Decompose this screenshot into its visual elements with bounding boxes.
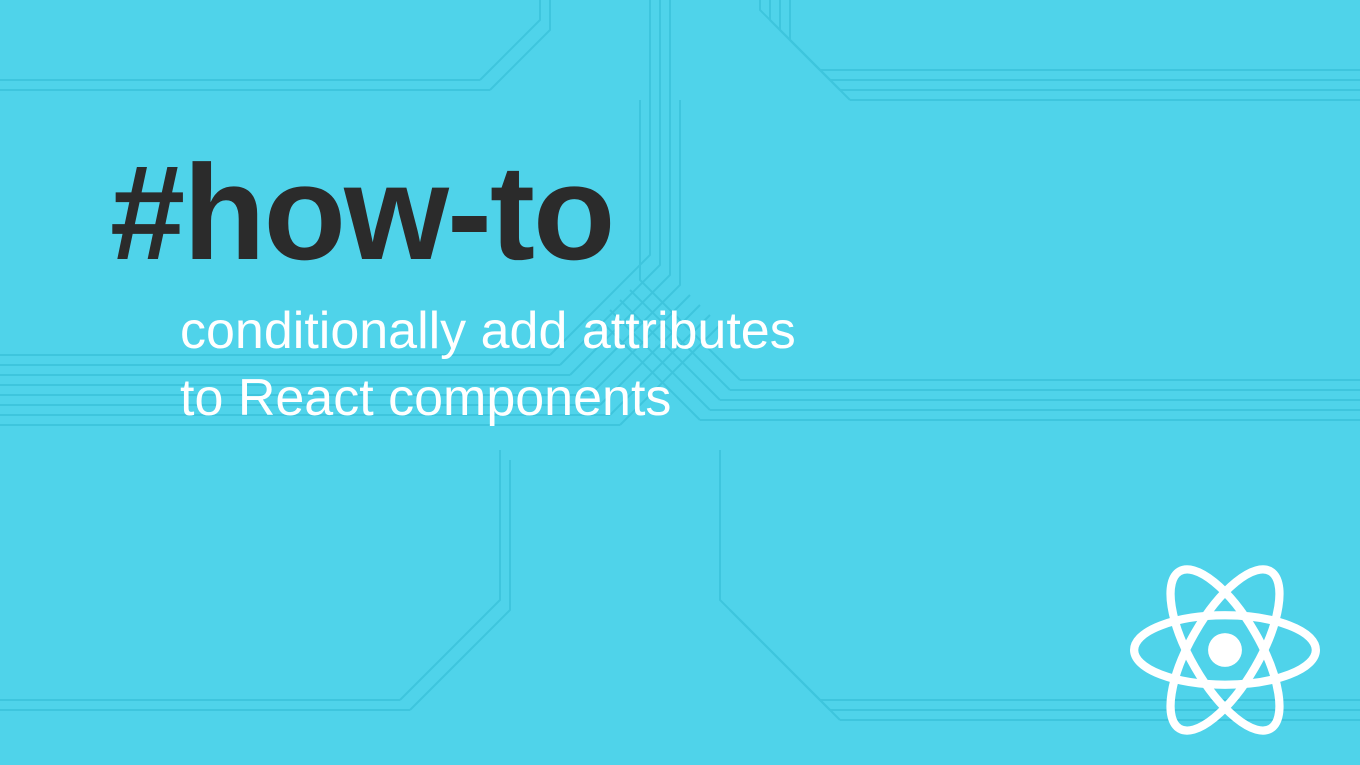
subtitle-line-2: to React components bbox=[180, 365, 796, 432]
hashtag-heading: #how-to bbox=[110, 145, 796, 280]
subtitle-line-1: conditionally add attributes bbox=[180, 298, 796, 365]
react-icon bbox=[1130, 565, 1320, 735]
subtitle: conditionally add attributes to React co… bbox=[180, 298, 796, 431]
hero-content: #how-to conditionally add attributes to … bbox=[110, 145, 796, 431]
